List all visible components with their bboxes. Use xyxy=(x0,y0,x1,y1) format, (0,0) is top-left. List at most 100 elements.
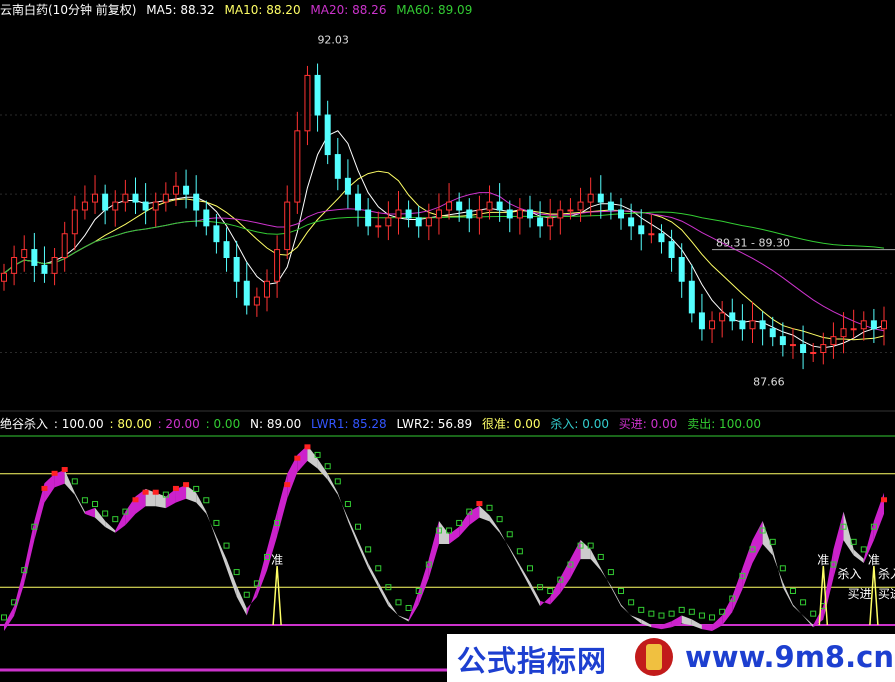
strength-marker xyxy=(41,485,48,491)
candle-body xyxy=(800,344,807,354)
candle-body xyxy=(172,185,179,195)
weak-marker xyxy=(334,478,341,485)
candle-body xyxy=(769,328,776,338)
weak-marker xyxy=(860,546,867,553)
candle-body xyxy=(162,193,169,203)
signal-label: 准 xyxy=(868,553,880,567)
candle-body xyxy=(274,249,281,282)
weak-marker xyxy=(365,546,372,553)
weak-marker xyxy=(628,599,635,606)
weak-marker xyxy=(709,614,716,621)
weak-marker xyxy=(92,501,99,508)
candle-body xyxy=(678,257,685,282)
rising-band-segment xyxy=(560,558,571,594)
chart-canvas: 92.03 87.66 89.31 - 89.30 准 准杀入买进 准杀入买进 xyxy=(0,33,895,672)
candle-body xyxy=(860,320,867,330)
strength-marker xyxy=(172,485,179,491)
falling-band-segment xyxy=(489,515,500,533)
weak-marker xyxy=(526,565,533,572)
falling-band-segment xyxy=(529,581,541,607)
weak-marker xyxy=(789,587,796,594)
weak-marker xyxy=(668,610,675,617)
falling-band-segment xyxy=(621,604,632,616)
falling-band-segment xyxy=(792,604,804,616)
candle-body xyxy=(233,257,240,282)
weak-marker xyxy=(597,553,604,560)
candle-body xyxy=(618,209,625,219)
rising-band-segment xyxy=(459,511,470,537)
candle-body xyxy=(567,209,574,212)
rising-band-segment xyxy=(732,568,743,613)
weak-marker xyxy=(375,565,382,572)
level-0-value: : 0.00 xyxy=(205,417,241,431)
candle-body xyxy=(355,193,362,211)
weak-marker xyxy=(810,610,817,617)
strength-marker xyxy=(152,489,159,495)
falling-band-segment xyxy=(499,530,510,550)
rising-band-segment xyxy=(752,521,763,563)
weak-marker xyxy=(1,614,7,621)
weak-marker xyxy=(102,510,109,517)
weak-marker xyxy=(324,463,331,470)
signal-label: 准 xyxy=(271,553,283,567)
indicator-bands xyxy=(4,445,884,631)
n-value: N: 89.00 xyxy=(250,417,302,431)
signal-label: 准 xyxy=(817,553,829,567)
signal-label: 杀入 xyxy=(878,566,895,581)
candle-body xyxy=(466,209,473,219)
falling-band-segment xyxy=(631,615,642,624)
candle-body xyxy=(223,241,230,259)
candle-body xyxy=(344,177,351,195)
candle-body xyxy=(253,296,260,306)
weak-marker xyxy=(587,542,594,549)
level-20-value: : 20.00 xyxy=(157,417,200,431)
rising-band-segment xyxy=(4,606,15,631)
weak-marker xyxy=(547,587,554,594)
candle-body xyxy=(31,249,38,266)
candle-body xyxy=(435,209,442,219)
weak-marker xyxy=(71,478,78,485)
weak-marker xyxy=(233,569,240,576)
candle-body xyxy=(597,193,604,203)
candle-body xyxy=(688,280,695,314)
falling-band-segment xyxy=(691,619,702,630)
ma20-line xyxy=(3,192,885,332)
candle-body xyxy=(779,336,786,346)
weak-marker xyxy=(395,599,402,606)
level-80-value: : 80.00 xyxy=(109,417,152,431)
candle-body xyxy=(850,328,857,331)
weak-marker xyxy=(648,610,655,617)
candle-body xyxy=(152,201,159,211)
strength-marker xyxy=(294,455,301,461)
mai-jin-value: 买进: 0.00 xyxy=(618,417,678,431)
candle-body xyxy=(698,312,705,330)
candle-body xyxy=(183,185,190,195)
strength-marker xyxy=(132,497,139,503)
candle-body xyxy=(749,320,756,330)
weak-marker xyxy=(698,612,705,619)
falling-band-segment xyxy=(155,492,166,509)
falling-band-segment xyxy=(681,615,692,626)
candle-body xyxy=(587,193,594,203)
candle-body xyxy=(870,320,877,330)
weak-marker xyxy=(344,501,351,508)
candle-body xyxy=(840,328,847,338)
candle-body xyxy=(486,201,493,211)
candle-body xyxy=(759,320,766,330)
candle-body xyxy=(881,320,887,330)
strength-marker xyxy=(881,497,887,503)
candle-body xyxy=(314,74,321,116)
candle-body xyxy=(41,264,48,274)
candle-body xyxy=(456,201,463,211)
candle-body xyxy=(375,225,382,228)
candle-body xyxy=(405,209,412,219)
rising-band-segment xyxy=(701,625,713,631)
mai-chu-value: 卖出: 100.00 xyxy=(687,417,762,431)
falling-band-segment xyxy=(641,619,652,628)
strength-marker xyxy=(183,482,190,488)
candle-body xyxy=(11,257,18,274)
ma5-value: MA5: 88.32 xyxy=(146,3,215,17)
rising-band-segment xyxy=(408,590,419,622)
signal-label: 杀入 xyxy=(838,566,862,581)
zhun-spike xyxy=(272,565,282,626)
